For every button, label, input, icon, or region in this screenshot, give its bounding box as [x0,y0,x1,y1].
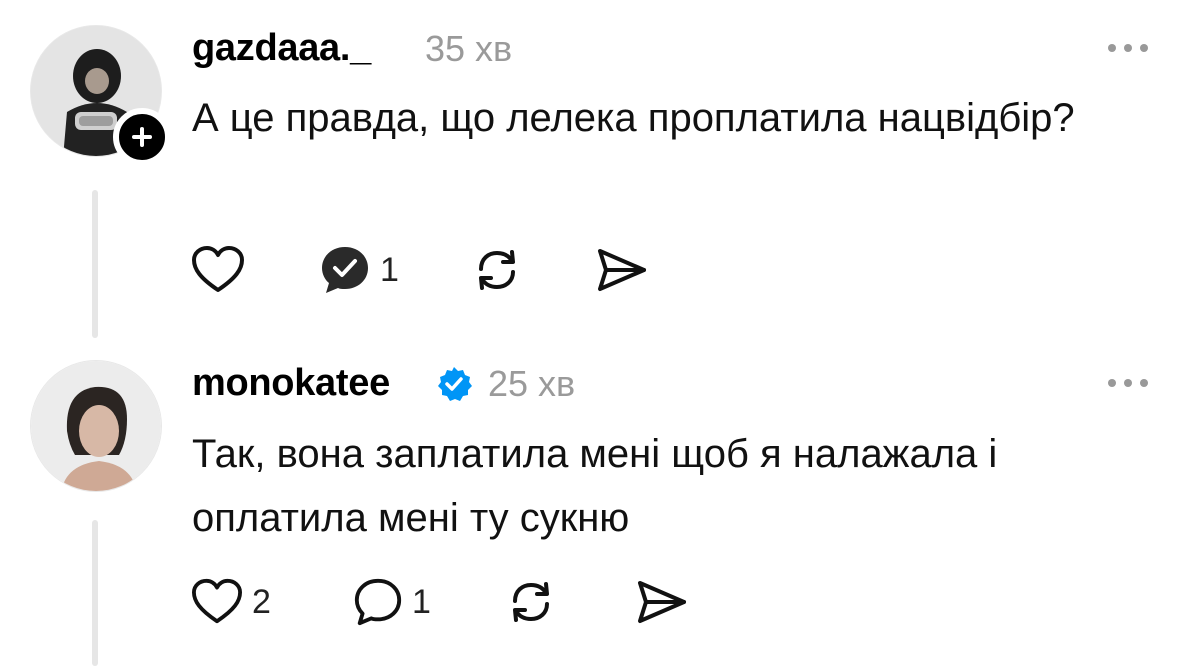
avatar[interactable] [30,360,162,492]
reply-count: 1 [412,582,431,621]
share-button[interactable] [634,572,690,632]
comment-item: gazdaaa._ 35 хв А це правда, що лелека п… [0,0,1200,340]
comment-text: Так, вона заплатила мені щоб я налажала … [192,432,998,540]
like-button[interactable] [190,240,246,300]
username[interactable]: monokatee [192,362,390,405]
reply-button[interactable]: 1 [318,240,399,300]
like-count: 2 [252,582,271,621]
reply-count: 1 [380,250,399,289]
heart-icon [191,578,242,624]
more-icon[interactable] [1104,40,1152,56]
follow-button[interactable] [113,108,171,166]
heart-icon [192,246,244,292]
timestamp: 25 хв [488,363,576,404]
comment-text: А це правда, що лелека проплатила нацвід… [192,96,1075,140]
comment-icon [322,247,368,293]
repost-icon [479,250,515,290]
plus-icon [132,127,152,147]
verified-icon [438,367,472,401]
reply-button[interactable]: 1 [352,572,431,632]
comment-item: monokatee 25 хв Так, вона заплатила мені… [0,340,1200,666]
timestamp: 35 хв [425,28,513,69]
more-icon[interactable] [1104,375,1152,391]
like-button[interactable]: 2 [190,572,271,632]
repost-button[interactable] [472,240,522,300]
share-icon [638,581,686,623]
share-button[interactable] [594,240,650,300]
share-icon [598,249,646,291]
repost-icon [513,582,549,622]
username[interactable]: gazdaaa._ [192,27,371,70]
comment-icon [354,578,402,626]
repost-button[interactable] [506,572,556,632]
